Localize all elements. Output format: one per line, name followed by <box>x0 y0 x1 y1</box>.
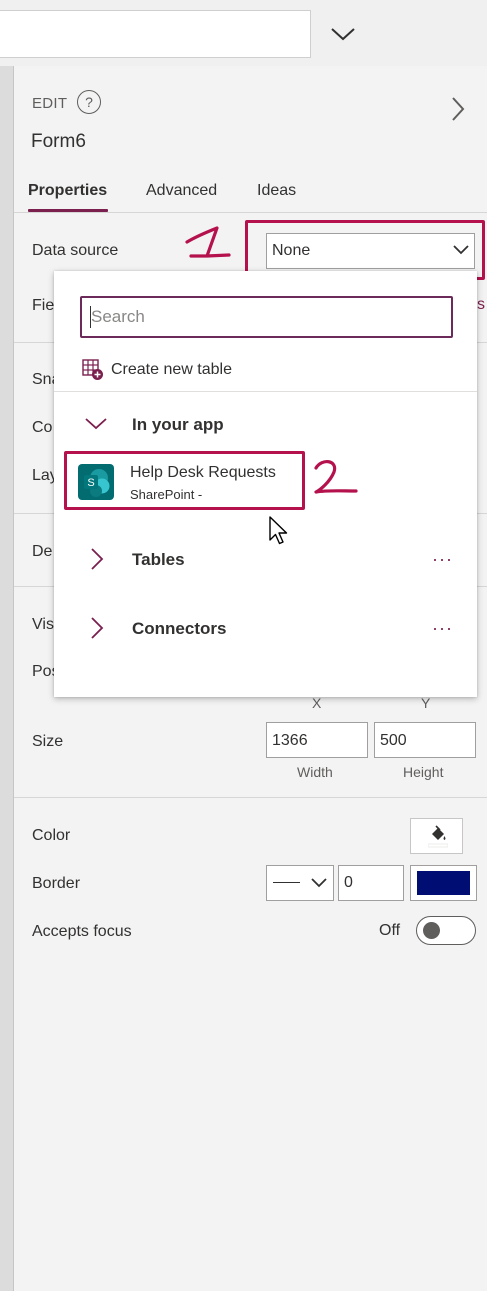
visible-label: Vis <box>32 616 54 633</box>
chevron-down-icon[interactable] <box>328 22 358 46</box>
chevron-down-icon[interactable] <box>85 413 107 435</box>
columns-label: Co <box>32 419 53 436</box>
edit-label: EDIT <box>32 95 68 112</box>
text-caret <box>90 306 91 328</box>
tab-ideas[interactable]: Ideas <box>257 182 296 200</box>
accepts-focus-label: Accepts focus <box>32 923 132 940</box>
x-axis-label: X <box>312 695 322 711</box>
more-options-icon[interactable]: ··· <box>432 549 453 570</box>
chevron-down-icon <box>311 878 327 888</box>
more-options-icon[interactable]: ··· <box>432 618 453 639</box>
fields-label: Fie <box>32 297 55 314</box>
toggle-knob <box>423 922 440 939</box>
group-in-your-app[interactable]: In your app <box>132 415 224 435</box>
top-select-box[interactable] <box>0 10 311 58</box>
chevron-right-icon[interactable] <box>86 548 108 570</box>
annotation-marker-2 <box>314 460 358 494</box>
border-style-sample <box>273 882 300 883</box>
accepts-focus-state: Off <box>379 922 401 939</box>
canvas-gutter <box>0 66 14 1291</box>
height-value: 500 <box>380 732 407 749</box>
divider <box>54 391 477 392</box>
annotation-box-2 <box>64 451 305 510</box>
default-mode-label: De <box>32 543 53 560</box>
table-add-icon <box>82 359 103 380</box>
tab-properties[interactable]: Properties <box>28 182 107 200</box>
help-icon[interactable]: ? <box>77 90 101 114</box>
chevron-right-icon[interactable] <box>448 95 468 123</box>
height-caption: Height <box>403 764 444 780</box>
tab-advanced[interactable]: Advanced <box>146 182 217 200</box>
width-value: 1366 <box>272 732 308 749</box>
fields-edit-link[interactable]: s <box>477 296 485 314</box>
border-label: Border <box>32 875 81 892</box>
border-width-value: 0 <box>344 874 353 891</box>
search-placeholder: Search <box>91 307 145 326</box>
data-source-label: Data source <box>32 242 119 259</box>
y-axis-label: Y <box>421 695 431 711</box>
mouse-cursor-icon <box>269 516 288 545</box>
annotation-marker-1 <box>185 226 231 258</box>
paint-bucket-icon <box>428 825 448 848</box>
size-label: Size <box>32 733 64 750</box>
border-color-swatch <box>417 871 470 895</box>
width-caption: Width <box>297 764 333 780</box>
color-label: Color <box>32 827 71 844</box>
group-connectors[interactable]: Connectors <box>132 619 226 639</box>
divider <box>14 797 487 798</box>
divider <box>14 212 487 213</box>
create-new-table-button[interactable]: Create new table <box>111 361 232 379</box>
control-name: Form6 <box>31 131 86 152</box>
group-tables[interactable]: Tables <box>132 550 185 570</box>
chevron-right-icon[interactable] <box>86 617 108 639</box>
